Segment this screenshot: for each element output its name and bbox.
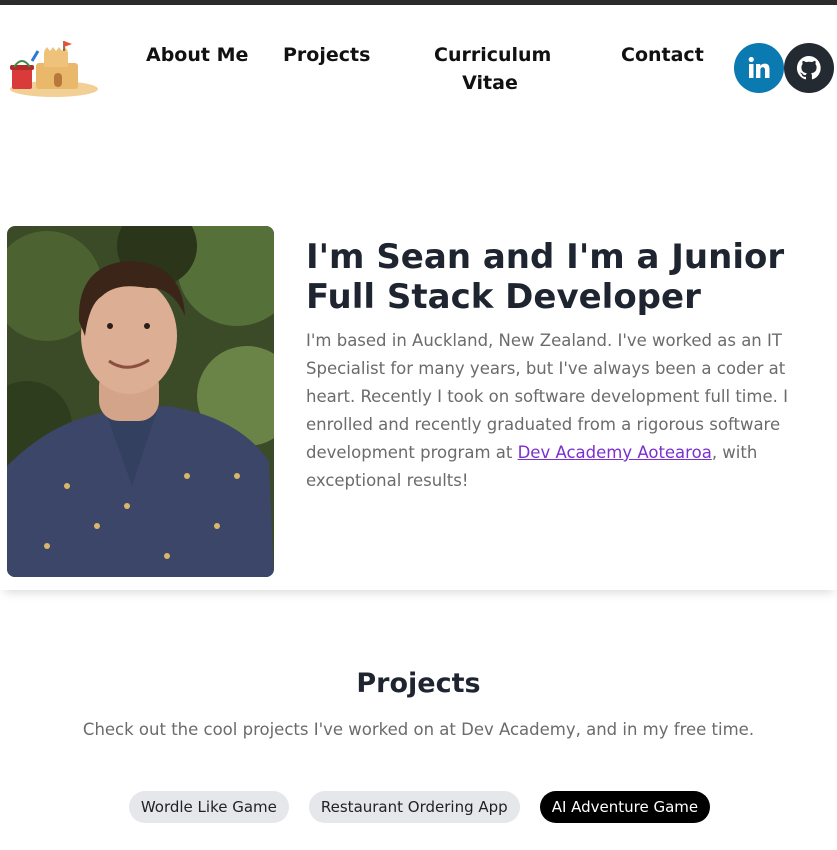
nav-projects[interactable]: Projects (283, 41, 370, 69)
linkedin-icon (748, 56, 770, 78)
projects-subtitle: Check out the cool projects I've worked … (82, 720, 755, 739)
nav-contact[interactable]: Contact (621, 41, 704, 69)
github-link[interactable] (784, 43, 834, 93)
nav-about-me[interactable]: About Me (146, 41, 248, 69)
tab-restaurant-ordering-app[interactable]: Restaurant Ordering App (308, 791, 520, 823)
tab-wordle-like-game[interactable]: Wordle Like Game (128, 791, 289, 823)
projects-heading: Projects (356, 668, 481, 699)
hero-description: I'm based in Auckland, New Zealand. I've… (306, 327, 806, 495)
navbar: About Me Projects Curriculum Vitae Conta… (0, 5, 837, 133)
hero-section: I'm Sean and I'm a Junior Full Stack Dev… (0, 133, 837, 590)
tab-ai-adventure-game[interactable]: AI Adventure Game (539, 791, 711, 823)
nav-curriculum-vitae[interactable]: Curriculum Vitae (434, 41, 551, 97)
dev-academy-link[interactable]: Dev Academy Aotearoa (518, 443, 712, 462)
project-tabs: Wordle Like Game Restaurant Ordering App… (0, 791, 837, 823)
sandcastle-logo[interactable] (2, 39, 98, 99)
hero-title: I'm Sean and I'm a Junior Full Stack Dev… (306, 237, 785, 317)
linkedin-link[interactable] (734, 43, 784, 93)
github-icon (796, 55, 821, 80)
profile-photo (7, 226, 274, 577)
